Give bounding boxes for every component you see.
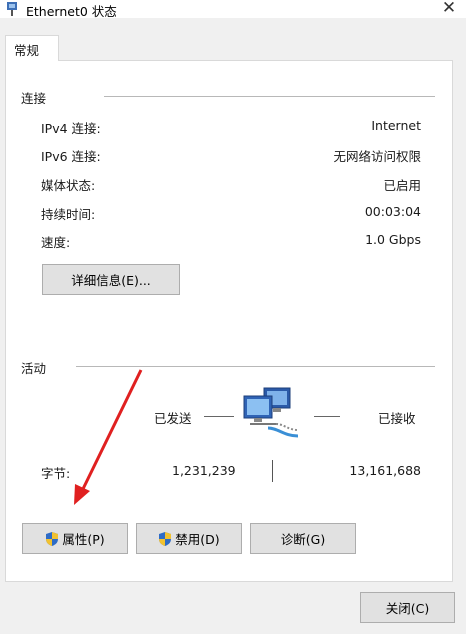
- duration-label: 持续时间:: [41, 207, 96, 222]
- speed-label: 速度:: [41, 235, 71, 250]
- sent-label: 已发送: [154, 411, 192, 426]
- diagnose-button[interactable]: 诊断(G): [250, 523, 356, 554]
- bytes-separator: [272, 460, 273, 482]
- ipv6-value: 无网络访问权限: [333, 149, 421, 164]
- network-adapter-icon: [7, 2, 17, 16]
- disable-button-label: 禁用(D): [175, 532, 220, 547]
- connection-group-label: 连接: [21, 88, 47, 107]
- properties-button[interactable]: 属性(P): [22, 523, 128, 554]
- close-button[interactable]: 关闭(C): [360, 592, 455, 623]
- uac-shield-icon: [159, 531, 172, 546]
- duration-value: 00:03:04: [364, 204, 421, 219]
- details-button[interactable]: 详细信息(E)...: [42, 264, 180, 295]
- network-computers-icon: [243, 387, 299, 438]
- received-dash: [314, 416, 340, 417]
- media-state-value: 已启用: [383, 178, 421, 193]
- sent-dash: [204, 416, 234, 417]
- properties-button-label: 属性(P): [62, 532, 105, 547]
- bytes-received-value: 13,161,688: [349, 463, 421, 478]
- media-state-label: 媒体状态:: [41, 178, 96, 193]
- ipv4-value: Internet: [371, 118, 421, 133]
- bytes-sent-value: 1,231,239: [172, 463, 236, 478]
- disable-button[interactable]: 禁用(D): [136, 523, 242, 554]
- tab-general[interactable]: 常规: [5, 35, 59, 61]
- general-panel: 连接 IPv4 连接: Internet IPv6 连接: 无网络访问权限 媒体…: [5, 60, 453, 582]
- uac-shield-icon: [46, 531, 59, 546]
- bytes-label: 字节:: [41, 466, 71, 481]
- speed-value: 1.0 Gbps: [365, 232, 421, 247]
- tab-general-label: 常规: [14, 43, 40, 58]
- connection-divider: [104, 96, 435, 97]
- window-title: Ethernet0 状态: [26, 4, 117, 19]
- activity-divider: [76, 366, 435, 367]
- activity-group-label: 活动: [21, 358, 47, 377]
- title-bar: Ethernet0 状态 ✕: [0, 0, 466, 19]
- received-label: 已接收: [378, 411, 416, 426]
- ipv4-label: IPv4 连接:: [41, 121, 101, 136]
- close-window-button[interactable]: ✕: [438, 0, 460, 19]
- ipv6-label: IPv6 连接:: [41, 149, 101, 164]
